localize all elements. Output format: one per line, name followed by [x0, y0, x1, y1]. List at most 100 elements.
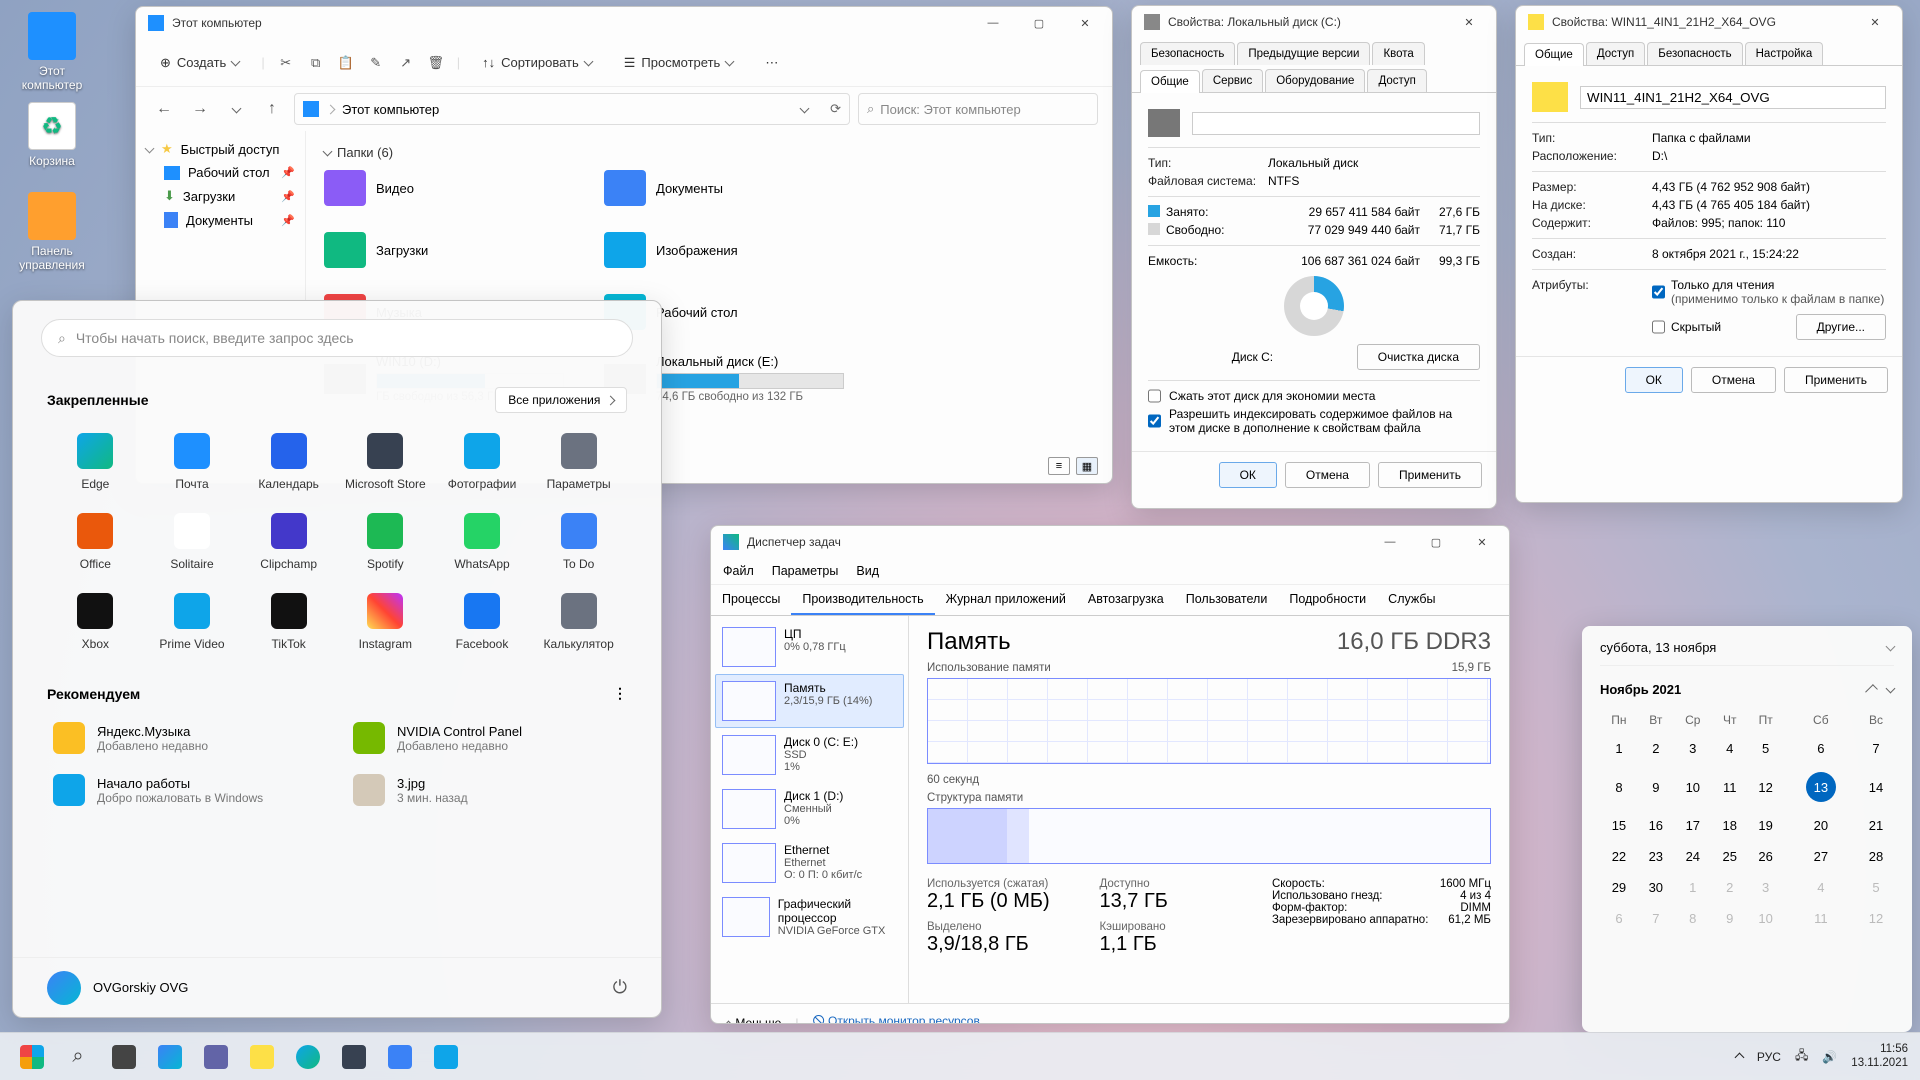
sort-button[interactable]: ↑↓ Сортировать — [472, 49, 602, 76]
resource-monitor-link[interactable]: 🛇 Открыть монитор ресурсов — [812, 1012, 979, 1024]
recent-button[interactable] — [222, 95, 250, 123]
calendar-day[interactable]: 22 — [1600, 841, 1638, 872]
calendar-day[interactable]: 13 — [1784, 764, 1858, 810]
calendar-day[interactable]: 2 — [1712, 872, 1748, 903]
desktop-icon-recycle[interactable]: ♻Корзина — [14, 102, 90, 168]
calendar-day[interactable]: 3 — [1674, 733, 1712, 764]
sidebar-item-quick-access[interactable]: ★Быстрый доступ — [136, 137, 305, 161]
tm-list-item[interactable]: Графический процессорNVIDIA GeForce GTX — [715, 890, 904, 944]
calendar-day[interactable]: 14 — [1858, 764, 1894, 810]
start-tile[interactable]: Solitaire — [144, 507, 241, 577]
explorer-button[interactable] — [242, 1037, 282, 1077]
calendar-day[interactable]: 9 — [1712, 903, 1748, 934]
tab-quota[interactable]: Квота — [1372, 42, 1424, 65]
start-tile[interactable]: Instagram — [337, 587, 434, 657]
power-button[interactable]: ⏻ — [613, 977, 627, 998]
tm-list-item[interactable]: Диск 1 (D:)Сменный0% — [715, 782, 904, 836]
cancel-button[interactable]: Отмена — [1691, 367, 1776, 393]
copy-icon[interactable]: ⧉ — [307, 54, 325, 72]
start-tile[interactable]: Prime Video — [144, 587, 241, 657]
tab-sharing[interactable]: Доступ — [1367, 69, 1426, 92]
address-bar[interactable]: Этот компьютер⟳ — [294, 93, 850, 125]
view-details[interactable]: ≡ — [1048, 457, 1070, 475]
menu-item[interactable]: Файл — [723, 564, 754, 578]
start-tile[interactable]: TikTok — [240, 587, 337, 657]
tab-tools[interactable]: Сервис — [1202, 69, 1263, 92]
props-f-titlebar[interactable]: Свойства: WIN11_4IN1_21H2_X64_OVG✕ — [1516, 6, 1902, 38]
compress-checkbox[interactable]: Сжать этот диск для экономии места — [1148, 389, 1480, 403]
start-tile[interactable]: Календарь — [240, 427, 337, 497]
folder-item[interactable]: Документы — [604, 170, 844, 206]
calendar-day[interactable]: 20 — [1784, 810, 1858, 841]
start-button[interactable] — [12, 1037, 52, 1077]
folder-item[interactable]: Изображения — [604, 232, 844, 268]
menu-item[interactable]: Вид — [856, 564, 879, 578]
start-tile[interactable]: Фотографии — [434, 427, 531, 497]
tab-sharing[interactable]: Доступ — [1586, 42, 1645, 65]
tab-general[interactable]: Общие — [1140, 70, 1200, 93]
paste-icon[interactable]: 📋 — [337, 54, 355, 72]
calendar-day[interactable]: 5 — [1858, 872, 1894, 903]
start-tile[interactable]: Edge — [47, 427, 144, 497]
calendar-day[interactable]: 8 — [1600, 764, 1638, 810]
calendar-day[interactable]: 21 — [1858, 810, 1894, 841]
calendar-day[interactable]: 7 — [1858, 733, 1894, 764]
hidden-checkbox[interactable]: Скрытый — [1652, 320, 1721, 334]
menu-item[interactable]: Параметры — [772, 564, 839, 578]
calendar-day[interactable]: 6 — [1600, 903, 1638, 934]
tm-tab[interactable]: Автозагрузка — [1077, 585, 1175, 615]
calendar-day[interactable]: 30 — [1638, 872, 1674, 903]
start-tile[interactable]: Параметры — [530, 427, 627, 497]
more-button[interactable]: ⋯ — [755, 49, 788, 77]
start-tile[interactable]: Калькулятор — [530, 587, 627, 657]
network-icon[interactable]: 🖧 — [1795, 1046, 1808, 1067]
calendar-day[interactable]: 7 — [1638, 903, 1674, 934]
rename-icon[interactable]: ✎ — [367, 54, 385, 72]
start-tile[interactable]: Office — [47, 507, 144, 577]
tm-tab[interactable]: Производительность — [791, 585, 934, 615]
calendar-day[interactable]: 15 — [1600, 810, 1638, 841]
calendar-day[interactable]: 4 — [1784, 872, 1858, 903]
calendar-day[interactable]: 1 — [1674, 872, 1712, 903]
start-tile[interactable]: Почта — [144, 427, 241, 497]
task-view-button[interactable] — [104, 1037, 144, 1077]
volume-icon[interactable]: 🔊 — [1822, 1050, 1837, 1064]
start-tile[interactable]: WhatsApp — [434, 507, 531, 577]
calendar-day[interactable]: 29 — [1600, 872, 1638, 903]
recommended-item[interactable]: 3.jpg3 мин. назад — [347, 768, 627, 812]
prev-month[interactable] — [1865, 684, 1878, 697]
sidebar-item-documents[interactable]: Документы📌 — [136, 208, 305, 232]
calendar-day[interactable]: 18 — [1712, 810, 1748, 841]
folder-name-input[interactable] — [1580, 86, 1886, 109]
collapse-button[interactable] — [1886, 642, 1896, 652]
calendar-day[interactable]: 6 — [1784, 733, 1858, 764]
calendar-day[interactable]: 24 — [1674, 841, 1712, 872]
tab-hardware[interactable]: Оборудование — [1265, 69, 1365, 92]
calendar-day[interactable]: 2 — [1638, 733, 1674, 764]
fewer-details-button[interactable]: Меньше — [725, 1016, 781, 1025]
search-box[interactable]: ⌕Поиск: Этот компьютер — [858, 93, 1098, 125]
edge-button[interactable] — [288, 1037, 328, 1077]
readonly-checkbox[interactable]: Только для чтения(применимо только к фай… — [1652, 278, 1886, 306]
more-icon[interactable]: ⋮ — [613, 685, 627, 702]
tm-tab[interactable]: Процессы — [711, 585, 791, 615]
apply-button[interactable]: Применить — [1378, 462, 1482, 488]
calendar-day[interactable]: 26 — [1748, 841, 1784, 872]
create-button[interactable]: ⊕ Создать — [150, 49, 249, 77]
tm-titlebar[interactable]: Диспетчер задач—▢✕ — [711, 526, 1509, 558]
calendar-day[interactable]: 17 — [1674, 810, 1712, 841]
calendar-day[interactable]: 9 — [1638, 764, 1674, 810]
share-icon[interactable]: ↗ — [397, 54, 415, 72]
calendar-day[interactable]: 10 — [1674, 764, 1712, 810]
ok-button[interactable]: ОК — [1219, 462, 1277, 488]
recommended-item[interactable]: Яндекс.МузыкаДобавлено недавно — [47, 716, 327, 760]
app-button[interactable] — [380, 1037, 420, 1077]
widgets-button[interactable] — [150, 1037, 190, 1077]
tm-list-item[interactable]: Память2,3/15,9 ГБ (14%) — [715, 674, 904, 728]
desktop-icon-this-pc[interactable]: Этот компьютер — [14, 12, 90, 92]
close-button[interactable]: ✕ — [1446, 6, 1492, 38]
desktop-icon-control-panel[interactable]: Панель управления — [14, 192, 90, 272]
calendar-day[interactable]: 16 — [1638, 810, 1674, 841]
user-button[interactable]: OVGorskiy OVG — [47, 971, 188, 1005]
tab-customize[interactable]: Настройка — [1745, 42, 1824, 65]
